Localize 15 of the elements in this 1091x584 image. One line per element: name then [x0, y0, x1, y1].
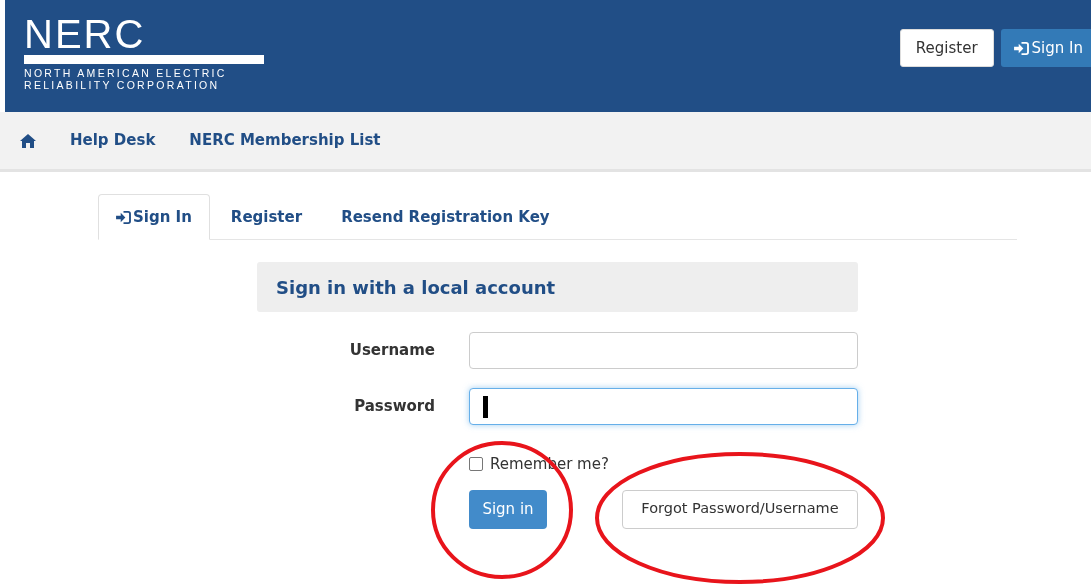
nav-link[interactable]: NERC Membership List	[189, 129, 381, 152]
field-label: Username	[348, 340, 435, 362]
tab[interactable]: Sign In	[98, 194, 210, 240]
logo-tagline: RELIABILITY CORPORATION	[24, 79, 221, 91]
nav-link[interactable]: Help Desk	[70, 129, 156, 152]
field-label: Password	[353, 396, 435, 418]
logo-wordmark: NERC	[24, 14, 147, 54]
submit-button[interactable]: Sign in	[469, 489, 547, 529]
forgot-button[interactable]: Forgot Password/Username	[622, 489, 858, 529]
sign-in-button[interactable]: Sign In	[1000, 29, 1091, 67]
panel-title: Sign in with a local account	[276, 275, 556, 300]
logo-tagline: NORTH AMERICAN ELECTRIC	[24, 67, 228, 79]
tab[interactable]: Resend Registration Key	[323, 194, 568, 240]
register-button[interactable]: Register	[899, 29, 994, 67]
tab[interactable]: Register	[209, 194, 324, 240]
